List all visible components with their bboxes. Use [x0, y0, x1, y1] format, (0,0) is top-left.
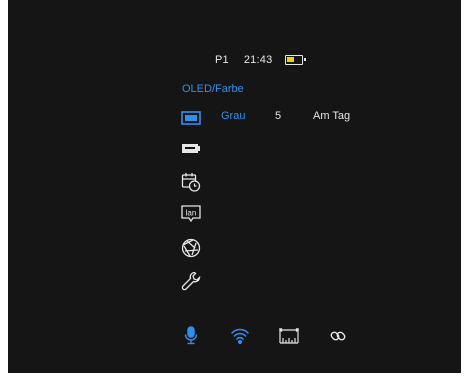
section-title: OLED/Farbe	[182, 83, 244, 95]
menu-item-language[interactable]: lan	[180, 204, 202, 224]
menu-item-battery[interactable]	[180, 138, 202, 158]
menu-item-settings[interactable]	[180, 271, 202, 291]
link-icon[interactable]	[327, 326, 349, 346]
wifi-icon[interactable]	[229, 326, 251, 346]
color-mode-value[interactable]: Grau	[221, 110, 275, 122]
shutter-icon	[180, 238, 202, 258]
brightness-value[interactable]: 5	[275, 110, 313, 122]
ruler-icon[interactable]	[278, 326, 300, 346]
menu-item-datetime[interactable]	[180, 172, 202, 192]
bottom-toolbar	[180, 326, 376, 346]
display-icon	[180, 108, 202, 128]
status-bar: P1 21:43	[215, 54, 307, 66]
language-icon: lan	[180, 204, 202, 224]
microphone-icon[interactable]	[180, 326, 202, 346]
battery-icon	[285, 55, 307, 65]
display-settings-values: Grau 5 Am Tag	[221, 110, 350, 122]
menu-item-display[interactable]	[180, 108, 202, 128]
device-screen: P1 21:43 OLED/Farbe Grau 5 Am Tag lan	[8, 0, 461, 373]
scene-mode-value[interactable]: Am Tag	[313, 110, 350, 122]
profile-indicator: P1	[215, 54, 229, 66]
menu-item-shutter[interactable]	[180, 238, 202, 258]
clock: 21:43	[243, 54, 273, 66]
battery-fill	[287, 57, 295, 62]
svg-text:lan: lan	[186, 209, 197, 218]
battery-pack-icon	[180, 138, 202, 158]
calendar-clock-icon	[180, 172, 202, 192]
wrench-icon	[180, 271, 202, 291]
